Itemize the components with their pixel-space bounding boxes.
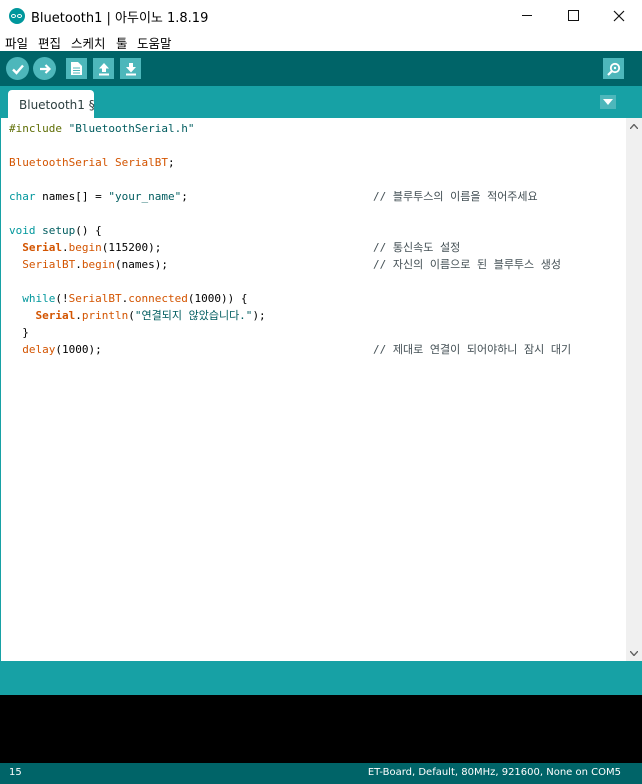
open-icon — [98, 62, 109, 75]
chevron-down-icon — [630, 650, 638, 656]
window-title: Bluetooth1 | 아두이노 1.8.19 — [31, 11, 209, 26]
code-line-7: void setup() { — [9, 224, 102, 237]
save-button[interactable] — [120, 58, 141, 79]
tab-bluetooth1[interactable]: Bluetooth1 § — [8, 90, 95, 118]
scroll-down-button[interactable] — [626, 645, 642, 661]
menu-bar: 파일 편집 스케치 툴 도움말 — [0, 31, 642, 51]
code-line-5: char names[] = "your_name"; — [9, 190, 188, 203]
comment-line-14: // 제대로 연결이 되어야하니 잠시 대기 — [373, 343, 572, 356]
menu-file[interactable]: 파일 — [5, 33, 28, 52]
verify-icon — [11, 64, 24, 75]
new-icon — [71, 62, 82, 75]
serial-monitor-icon — [606, 62, 620, 76]
board-info: ET-Board, Default, 80MHz, 921600, None o… — [367, 767, 621, 778]
message-bar — [0, 661, 642, 695]
tab-label: Bluetooth1 § — [19, 98, 95, 112]
code-line-11: while(!SerialBT.connected(1000)) { — [22, 292, 248, 305]
menu-help[interactable]: 도움말 — [137, 33, 172, 52]
code-line-9: SerialBT.begin(names); — [22, 258, 168, 271]
tab-menu-button[interactable] — [600, 95, 616, 109]
code-editor[interactable]: #include "BluetoothSerial.h" BluetoothSe… — [0, 118, 626, 661]
comment-line-8: // 통신속도 설정 — [373, 241, 461, 254]
save-icon — [125, 62, 136, 75]
comment-line-5: // 블루투스의 이름을 적어주세요 — [373, 190, 538, 203]
code-line-13: } — [9, 326, 29, 339]
menu-tools[interactable]: 툴 — [116, 33, 128, 52]
chevron-up-icon — [630, 123, 638, 129]
toolbar — [0, 51, 642, 86]
chevron-down-icon — [603, 99, 613, 105]
verify-button[interactable] — [6, 57, 29, 80]
code-line-1: #include "BluetoothSerial.h" — [9, 122, 195, 135]
minimize-button[interactable] — [504, 0, 550, 31]
arduino-logo-icon — [9, 8, 25, 24]
scroll-up-button[interactable] — [626, 118, 642, 134]
code-line-8: Serial.begin(115200); — [22, 241, 162, 254]
title-bar: Bluetooth1 | 아두이노 1.8.19 — [0, 0, 642, 31]
close-icon — [613, 10, 625, 21]
menu-sketch[interactable]: 스케치 — [71, 33, 106, 52]
tab-bar: Bluetooth1 § — [0, 86, 642, 118]
editor-scrollbar[interactable] — [626, 118, 642, 661]
new-button[interactable] — [66, 58, 87, 79]
open-button[interactable] — [93, 58, 114, 79]
editor-left-border — [0, 118, 1, 661]
line-number: 15 — [9, 767, 22, 778]
close-button[interactable] — [596, 0, 642, 31]
code-line-12: Serial.println("연결되지 않았습니다."); — [35, 309, 266, 322]
console-output[interactable] — [0, 695, 642, 763]
code-line-3: BluetoothSerial SerialBT; — [9, 156, 175, 169]
code-line-14: delay(1000); — [22, 343, 102, 356]
maximize-button[interactable] — [550, 0, 596, 31]
menu-edit[interactable]: 편집 — [38, 33, 61, 52]
upload-icon — [39, 63, 51, 74]
upload-button[interactable] — [33, 57, 56, 80]
serial-monitor-button[interactable] — [603, 58, 624, 79]
comment-line-9: // 자신의 이름으로 된 블루투스 생성 — [373, 258, 562, 271]
footer-status: 15 ET-Board, Default, 80MHz, 921600, Non… — [0, 763, 642, 784]
